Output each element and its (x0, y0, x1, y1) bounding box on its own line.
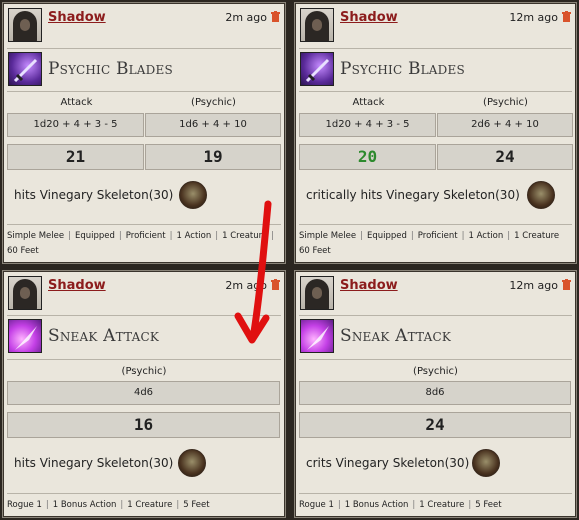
player-name-link[interactable]: Shadow (48, 10, 106, 25)
trash-icon[interactable] (562, 11, 571, 22)
skeleton-avatar[interactable] (179, 181, 207, 209)
card-header: Shadow 12m ago (295, 271, 576, 313)
player-avatar[interactable] (300, 276, 334, 310)
attack-label: Attack (60, 97, 93, 108)
attack-formula: 1d20 + 4 + 3 - 5 (7, 113, 144, 137)
tag: 1 Action (468, 231, 504, 241)
damage-formula: 8d6 (299, 381, 571, 405)
psychic-blades-icon (8, 52, 42, 86)
tag: 5 Feet (475, 500, 502, 510)
damage-total: 16 (7, 412, 280, 438)
damage-formula: 1d6 + 4 + 10 (145, 113, 281, 137)
tag: 1 Action (176, 231, 212, 241)
hit-result-text: hits Vinegary Skeleton(30) (14, 188, 174, 202)
damage-total: 19 (145, 144, 281, 170)
tag-list: Simple Melee | Equipped | Proficient | 1 Actio… (7, 231, 275, 256)
tag: 1 Bonus Action (344, 500, 409, 510)
attack-total: 21 (7, 144, 144, 170)
tag-list: Simple Melee | Equipped | Proficient | 1 Actio… (299, 229, 572, 259)
tag: Simple Melee (299, 231, 357, 241)
tag: 5 Feet (183, 500, 210, 510)
tag: 1 Creature (419, 500, 465, 510)
tag: 1 Creature (222, 231, 268, 241)
damage-formula: 2d6 + 4 + 10 (437, 113, 573, 137)
timestamp: 12m ago (509, 279, 558, 292)
roll-card-psychic-blades-1: Shadow 2m ago Psychic Blades Attack (Psy… (2, 2, 286, 264)
range-tag: 60 Feet (299, 246, 331, 256)
tag: Equipped (74, 231, 115, 241)
ability-name: Psychic Blades (48, 59, 173, 79)
psychic-blades-icon (300, 52, 334, 86)
hit-result-text: crits Vinegary Skeleton(30) (306, 456, 470, 470)
hit-result-text: hits Vinegary Skeleton(30) (14, 456, 174, 470)
card-header: Shadow 2m ago (3, 3, 285, 45)
player-name-link[interactable]: Shadow (48, 278, 106, 293)
roll-card-sneak-attack-1: Shadow 2m ago Sneak Attack (Psychic) 4d6… (2, 270, 286, 518)
damage-type-label: (Psychic) (191, 97, 236, 108)
skeleton-avatar[interactable] (472, 449, 500, 477)
damage-type-label: (Psychic) (121, 366, 167, 377)
ability-name: Psychic Blades (340, 59, 465, 79)
attack-total: 20 (299, 144, 436, 170)
timestamp: 2m ago (225, 279, 267, 292)
ability-name: Sneak Attack (48, 326, 160, 346)
sneak-attack-icon (300, 319, 334, 353)
range-tag: 60 Feet (7, 246, 39, 256)
player-name-link[interactable]: Shadow (340, 278, 398, 293)
ability-name: Sneak Attack (340, 326, 452, 346)
skeleton-avatar[interactable] (527, 181, 555, 209)
timestamp: 2m ago (225, 11, 267, 24)
trash-icon[interactable] (271, 279, 280, 290)
card-header: Shadow 12m ago (295, 3, 576, 45)
damage-type-label: (Psychic) (483, 97, 528, 108)
damage-total: 24 (299, 412, 571, 438)
roll-card-sneak-attack-2: Shadow 12m ago Sneak Attack (Psychic) 8d… (294, 270, 577, 518)
tag: 1 Bonus Action (52, 500, 117, 510)
attack-formula: 1d20 + 4 + 3 - 5 (299, 113, 436, 137)
tag: Proficient (417, 231, 458, 241)
timestamp: 12m ago (509, 11, 558, 24)
card-header: Shadow 2m ago (3, 271, 285, 313)
tag: 1 Creature (127, 500, 173, 510)
tag: Rogue 1 (7, 500, 42, 510)
tag-list: Rogue 1 | 1 Bonus Action | 1 Creature | 5 Feet (299, 498, 572, 513)
skeleton-avatar[interactable] (178, 449, 206, 477)
tag-list: Rogue 1 | 1 Bonus Action | 1 Creature | 5 Feet (7, 498, 281, 513)
roll-card-psychic-blades-2: Shadow 12m ago Psychic Blades Attack (Ps… (294, 2, 577, 264)
damage-total: 24 (437, 144, 573, 170)
tag: Simple Melee (7, 231, 65, 241)
player-avatar[interactable] (8, 8, 42, 42)
tag: Proficient (125, 231, 166, 241)
trash-icon[interactable] (562, 279, 571, 290)
player-avatar[interactable] (300, 8, 334, 42)
tag: 1 Creature (514, 231, 560, 241)
player-avatar[interactable] (8, 276, 42, 310)
tag: Equipped (366, 231, 407, 241)
player-name-link[interactable]: Shadow (340, 10, 398, 25)
attack-label: Attack (352, 97, 385, 108)
damage-type-label: (Psychic) (413, 366, 458, 377)
damage-formula: 4d6 (7, 381, 280, 405)
hit-result-text: critically hits Vinegary Skeleton(30) (306, 188, 520, 202)
tag: Rogue 1 (299, 500, 334, 510)
sneak-attack-icon (8, 319, 42, 353)
trash-icon[interactable] (271, 11, 280, 22)
